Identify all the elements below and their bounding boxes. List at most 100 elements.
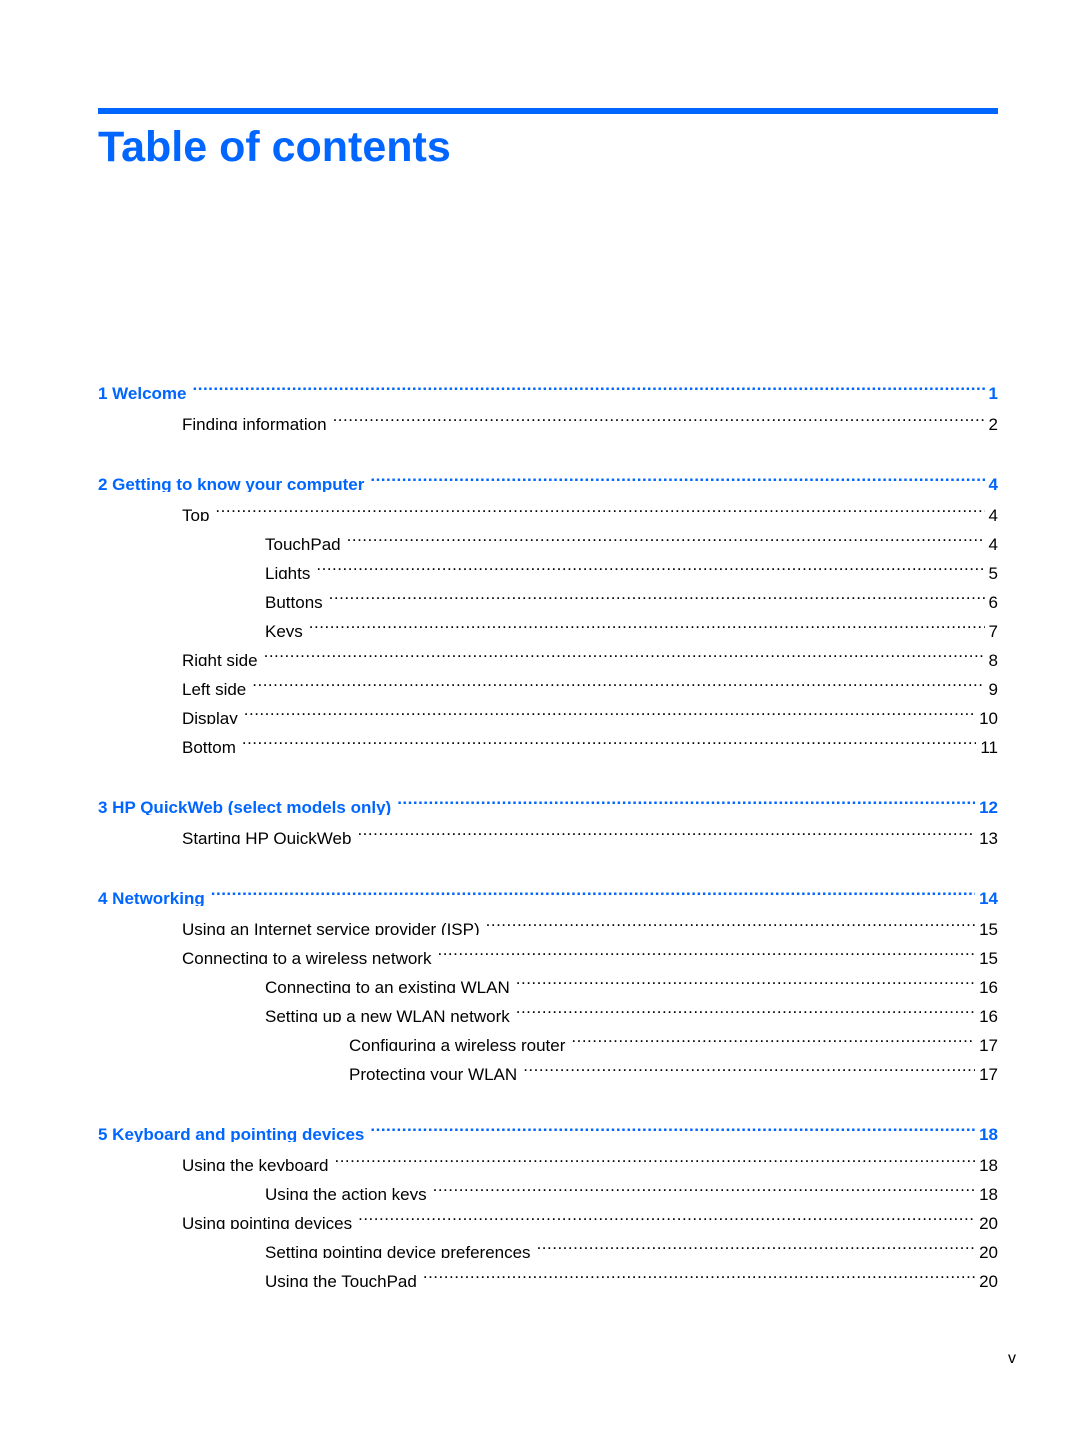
chapter-spacer [98,430,998,461]
toc-entry-label: Lights [265,559,317,579]
toc-entry[interactable]: Using the TouchPad 20 [98,1258,998,1287]
toc-entry[interactable]: Setting up a new WLAN network 16 [98,993,998,1022]
toc-entry[interactable]: Lights 5 [98,550,998,579]
toc-entry-label: TouchPad [265,530,347,550]
toc-entry-label: Bottom [182,733,242,753]
toc-entry[interactable]: Left side 9 [98,666,998,695]
toc-entry[interactable]: Protecting your WLAN 17 [98,1051,998,1080]
toc-chapter: 4 Networking14Using an Internet service … [98,875,998,1080]
toc-entry-label: Connecting to an existing WLAN [265,973,516,993]
dot-leader [437,935,975,964]
toc-chapter: 1 Welcome 1 Finding information 2 [98,370,998,430]
toc-entry-page: 12 [975,793,998,815]
title-rule [98,108,998,114]
toc-entry-page: 15 [975,944,998,964]
toc-entry[interactable]: Connecting to a wireless network 15 [98,935,998,964]
toc-entry-page: 4 [984,470,998,492]
dot-leader [347,521,985,550]
dot-leader [309,608,985,637]
toc-entry-label: Using pointing devices [182,1209,359,1229]
toc-entry-label: 4 Networking [98,884,211,906]
dot-leader [252,666,984,695]
toc-entry-page: 8 [984,646,998,666]
toc-entry-page: 2 [984,410,998,430]
toc-entry[interactable]: Display 10 [98,695,998,724]
toc-entry-label: Top [182,501,216,521]
toc-entry-page: 11 [976,733,998,753]
toc-entry-label: Connecting to a wireless network [182,944,438,964]
toc-entry[interactable]: Buttons 6 [98,579,998,608]
toc-entry-label: Starting HP QuickWeb [182,824,358,844]
toc-entry-page: 16 [975,973,998,993]
toc-entry[interactable]: Configuring a wireless router 17 [98,1022,998,1051]
toc-chapter-heading[interactable]: 5 Keyboard and pointing devices 18 [98,1111,998,1142]
page-title: Table of contents [98,123,451,171]
toc-entry[interactable]: Setting pointing device preferences 20 [98,1229,998,1258]
toc-entry-label: Using an Internet service provider (ISP) [182,915,486,935]
toc-entry-page: 5 [984,559,998,579]
toc-entry-page: 17 [975,1060,998,1080]
toc-entry-page: 18 [975,1120,998,1142]
toc-entry-page: 6 [984,588,998,608]
dot-leader [397,784,975,813]
toc-entry-label: Keys [265,617,309,637]
toc-chapter-heading[interactable]: 1 Welcome 1 [98,370,998,401]
toc-chapter-heading[interactable]: 4 Networking 14 [98,875,998,906]
dot-leader [537,1229,976,1258]
dot-leader [329,579,985,608]
chapter-spacer [98,844,998,875]
toc-entry-page: 1 [984,379,998,401]
chapter-spacer [98,1080,998,1111]
toc-entry-label: Using the TouchPad [265,1267,423,1287]
toc-entry-page: 9 [984,675,998,695]
toc-entry[interactable]: Keys 7 [98,608,998,637]
toc-entry-label: Right side [182,646,264,666]
dot-leader [357,815,975,844]
table-of-contents: 1 Welcome 1 Finding information 2 2 Getting … [98,370,998,1287]
toc-entry-page: 4 [984,501,998,521]
toc-entry-page: 18 [975,1151,998,1171]
toc-chapter-heading[interactable]: 2 Getting to know your computer 4 [98,461,998,492]
toc-chapter: 5 Keyboard and pointing devices18Using t… [98,1111,998,1287]
toc-entry[interactable]: TouchPad 4 [98,521,998,550]
dot-leader [215,492,984,521]
dot-leader [333,401,985,430]
toc-entry-page: 10 [975,704,998,724]
toc-entry-label: Protecting your WLAN [349,1060,524,1080]
toc-entry[interactable]: Top 4 [98,492,998,521]
toc-entry-label: Using the action keys [265,1180,433,1200]
dot-leader [358,1200,975,1229]
toc-entry-page: 18 [975,1180,998,1200]
toc-entry[interactable]: Using pointing devices 20 [98,1200,998,1229]
toc-entry[interactable]: Bottom 11 [98,724,998,753]
dot-leader [571,1022,975,1051]
toc-entry-label: Display [182,704,244,724]
dot-leader [193,370,985,399]
toc-entry-page: 17 [975,1031,998,1051]
toc-entry-label: Setting up a new WLAN network [265,1002,516,1022]
dot-leader [242,724,976,753]
toc-chapter: 3 HP QuickWeb (select models only)12Star… [98,784,998,844]
dot-leader [486,906,975,935]
toc-entry-page: 13 [975,824,998,844]
toc-entry[interactable]: Connecting to an existing WLAN 16 [98,964,998,993]
toc-entry-page: 14 [975,884,998,906]
toc-entry[interactable]: Using an Internet service provider (ISP)… [98,906,998,935]
toc-entry[interactable]: Finding information 2 [98,401,998,430]
toc-entry[interactable]: Starting HP QuickWeb 13 [98,815,998,844]
toc-entry-label: Buttons [265,588,329,608]
toc-entry[interactable]: Using the action keys 18 [98,1171,998,1200]
toc-chapter: 2 Getting to know your computer4Top4Touc… [98,461,998,753]
dot-leader [370,1111,975,1140]
toc-entry-label: 1 Welcome [98,379,193,401]
toc-entry-label: Using the keyboard [182,1151,335,1171]
dot-leader [516,993,975,1022]
dot-leader [264,637,985,666]
dot-leader [316,550,984,579]
dot-leader [523,1051,975,1080]
toc-entry[interactable]: Right side 8 [98,637,998,666]
dot-leader [516,964,975,993]
toc-entry[interactable]: Using the keyboard 18 [98,1142,998,1171]
chapter-spacer [98,753,998,784]
toc-chapter-heading[interactable]: 3 HP QuickWeb (select models only) 12 [98,784,998,815]
